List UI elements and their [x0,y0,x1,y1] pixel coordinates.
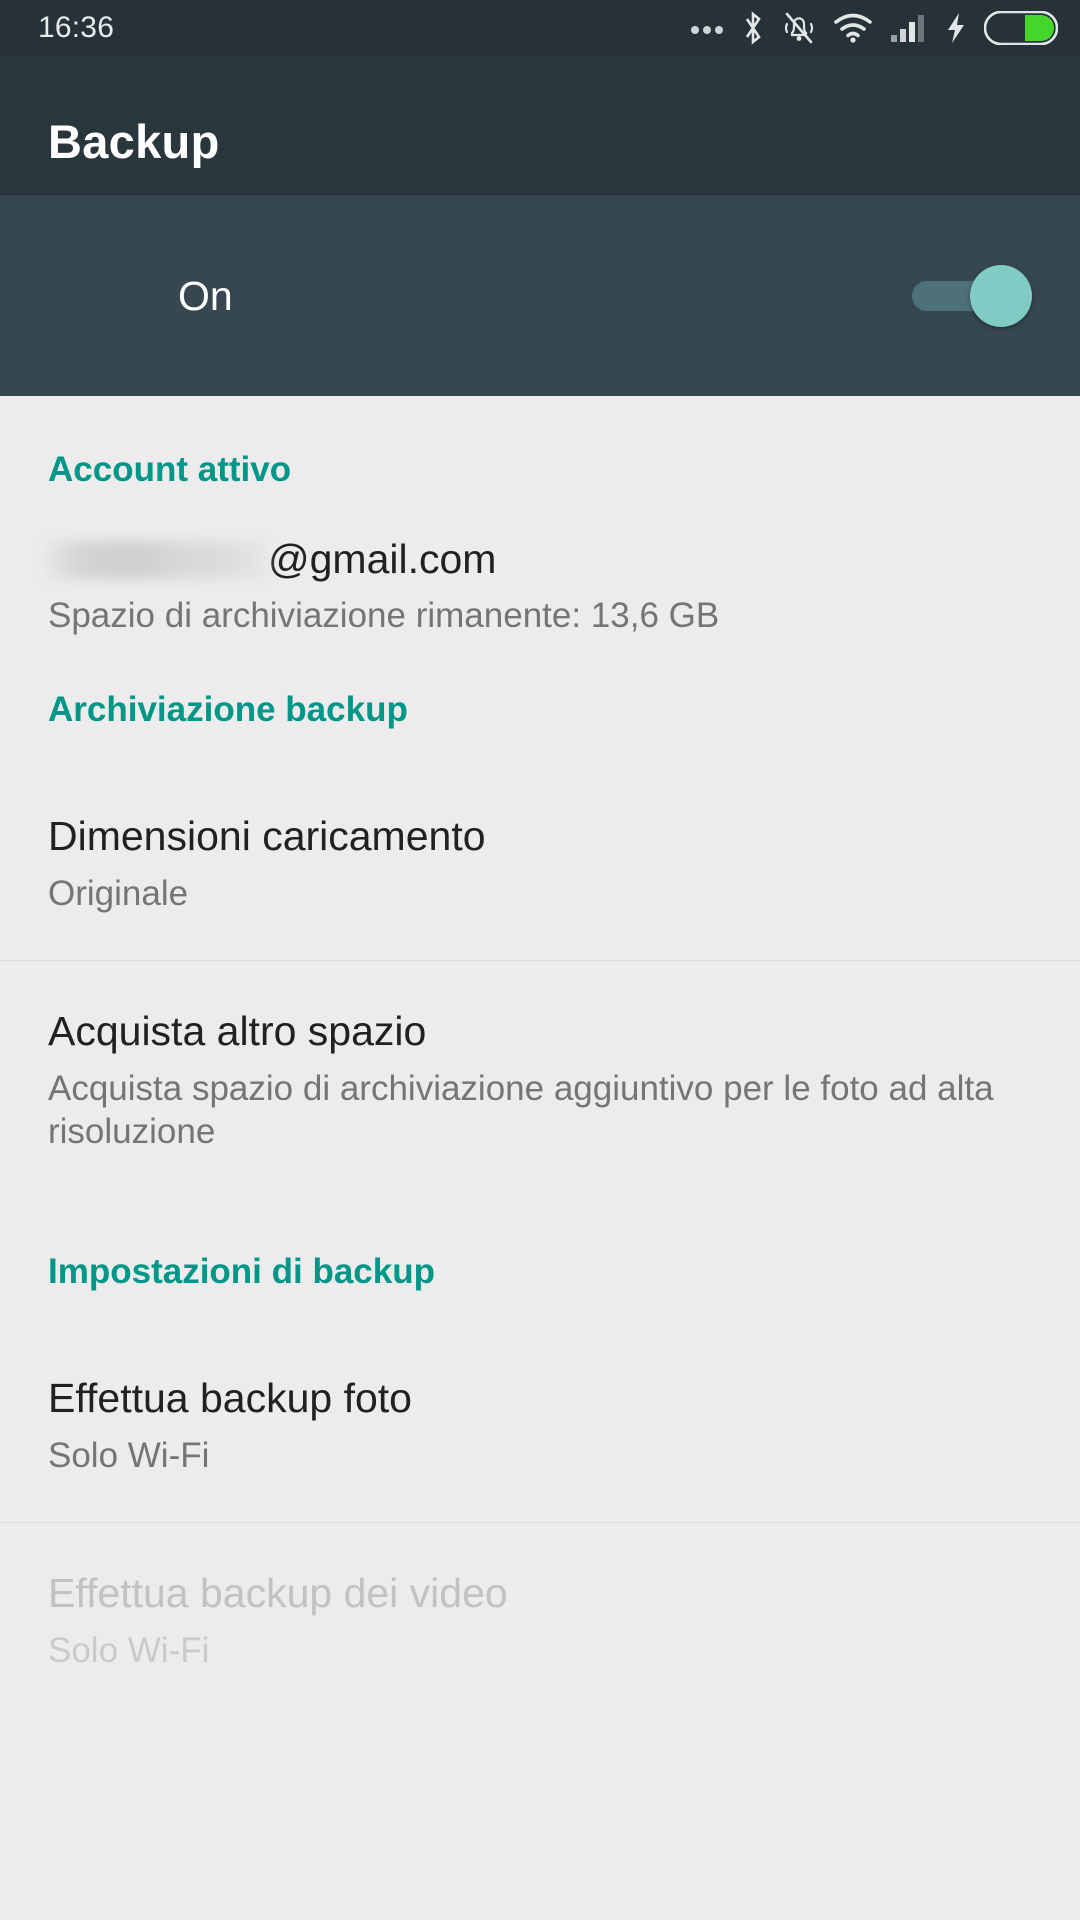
list-item-subtitle: Solo Wi-Fi [48,1435,210,1475]
list-item-title: Acquista altro spazio [48,1007,427,1054]
page-title: Backup [48,115,220,168]
charging-bolt-icon [945,12,967,44]
list-item-subtitle: Originale [48,873,189,913]
list-item-buy-storage[interactable]: Acquista altro spazio Acquista spazio di… [0,959,1080,1198]
status-bar-clock: 16:36 [38,11,115,44]
list-item-subtitle: Acquista spazio di archiviazione aggiunt… [48,1068,994,1152]
switch-thumb[interactable] [970,265,1032,327]
section-header-backup-settings: Impostazioni di backup [48,1252,435,1292]
bluetooth-icon [741,10,765,46]
status-bar: 16:36 [0,0,1080,56]
list-item-backup-photos[interactable]: Effettua backup foto Solo Wi-Fi [0,1328,1080,1522]
vibrate-off-icon [782,10,816,46]
app-bar: Backup [0,56,1080,195]
list-item-backup-videos[interactable]: Effettua backup dei video Solo Wi-Fi [0,1521,1080,1717]
list-item-title: Dimensioni caricamento [48,813,486,859]
list-item-title: Effettua backup foto [48,1375,412,1422]
more-dots-icon [690,22,724,34]
backup-master-toggle-row[interactable]: On [0,195,1080,396]
settings-content: Account attivo @gmail.com Spazio di arch… [0,396,1080,1717]
section-header-storage: Archiviazione backup [48,690,408,729]
backup-master-toggle-label: On [178,272,233,319]
cellular-signal-icon [890,13,928,43]
storage-items-group: Dimensioni caricamento Originale Acquist… [0,766,1080,1198]
wifi-icon [833,13,873,43]
battery-icon [984,11,1058,45]
account-email-domain: @gmail.com [268,536,497,582]
backup-master-switch[interactable] [912,265,1032,327]
account-storage-remaining: Spazio di archiviazione rimanente: 13,6 … [48,596,720,635]
list-item-subtitle: Solo Wi-Fi [48,1630,210,1670]
list-item-title: Effettua backup dei video [48,1569,508,1616]
account-email: @gmail.com [48,536,1032,583]
backup-settings-screen: 16:36 Backup On Account attivo @gmail.co… [0,0,1080,1920]
redacted-username [48,540,266,579]
section-header-account: Account attivo [48,450,292,489]
backup-settings-items-group: Effettua backup foto Solo Wi-Fi Effettua… [0,1328,1080,1716]
status-bar-icons [690,10,1058,46]
list-item-upload-size[interactable]: Dimensioni caricamento Originale [0,766,1080,960]
active-account-block[interactable]: @gmail.com Spazio di archiviazione riman… [0,490,1080,636]
